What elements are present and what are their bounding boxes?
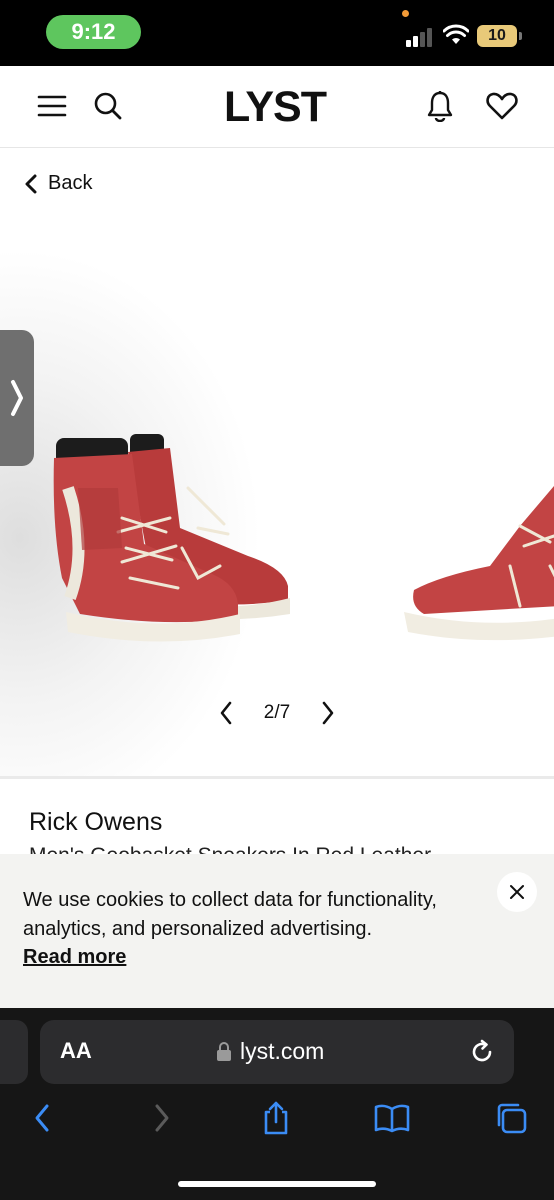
site-header: LYST (0, 66, 554, 148)
cookie-read-more-link[interactable]: Read more (23, 946, 126, 969)
product-brand[interactable]: Rick Owens (29, 808, 162, 837)
cookie-message: We use cookies to collect data for funct… (23, 889, 437, 940)
chevron-right-icon (11, 380, 23, 416)
wifi-icon (443, 24, 469, 44)
image-pager: 2/7 (218, 696, 336, 730)
chevron-left-icon (25, 174, 37, 193)
bell-icon[interactable] (420, 86, 460, 126)
pager-count: 2/7 (263, 702, 291, 723)
pager-next-icon[interactable] (320, 700, 336, 726)
battery-indicator: 10 (477, 25, 522, 47)
product-image-next-partial (404, 486, 554, 641)
close-icon (510, 885, 524, 899)
share-icon[interactable] (258, 1100, 294, 1136)
product-image-shoes (53, 434, 290, 642)
url-display[interactable]: lyst.com (216, 1038, 324, 1065)
back-icon[interactable] (24, 1100, 60, 1136)
reload-icon[interactable] (468, 1038, 496, 1066)
browser-chrome: AA lyst.com (0, 1008, 554, 1200)
cookie-close-button[interactable] (497, 872, 537, 912)
heart-icon[interactable] (482, 86, 522, 126)
pager-prev-icon[interactable] (218, 700, 234, 726)
back-link[interactable]: Back (24, 172, 92, 195)
reader-text-size-button[interactable]: AA (60, 1038, 92, 1064)
search-icon[interactable] (88, 86, 128, 126)
expand-side-tab[interactable] (0, 330, 34, 466)
forward-icon[interactable] (144, 1100, 180, 1136)
section-divider (0, 776, 554, 779)
status-time[interactable]: 9:12 (46, 15, 141, 49)
address-bar[interactable]: AA lyst.com (40, 1020, 514, 1084)
previous-tab-preview[interactable] (0, 1020, 28, 1084)
privacy-indicator-dot (402, 10, 409, 17)
menu-icon[interactable] (32, 86, 72, 126)
lyst-logo[interactable]: LYST (200, 82, 350, 132)
cellular-signal-icon (406, 27, 436, 47)
tabs-icon[interactable] (493, 1100, 529, 1136)
back-label: Back (48, 172, 93, 194)
bookmarks-icon[interactable] (374, 1100, 410, 1136)
product-image-gallery[interactable]: Back 2/7 (0, 148, 554, 776)
cookie-banner: We use cookies to collect data for funct… (0, 854, 554, 1008)
home-indicator[interactable] (178, 1181, 376, 1187)
url-text: lyst.com (240, 1038, 325, 1064)
lock-icon (217, 1041, 231, 1061)
status-bar: 9:12 10 (0, 0, 554, 66)
